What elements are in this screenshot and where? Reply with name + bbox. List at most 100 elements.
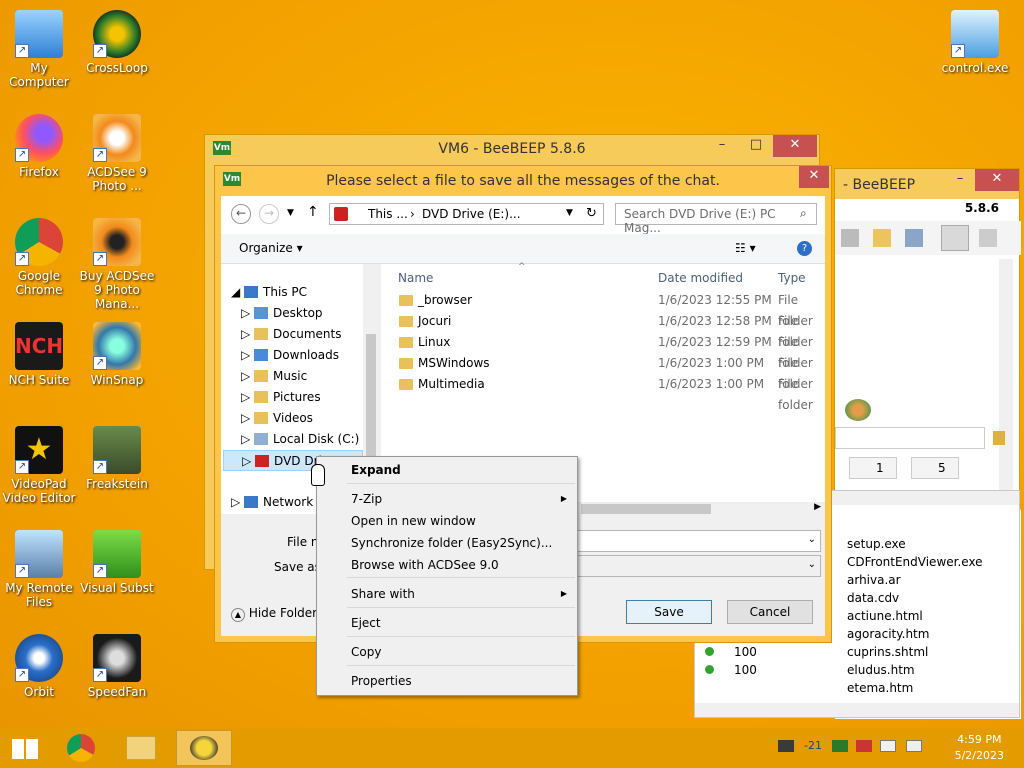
tree-scroll-thumb[interactable]	[366, 334, 376, 474]
file-item[interactable]: arhiva.ar	[847, 571, 983, 589]
menu-item-7zip[interactable]: 7-Zip ▶	[317, 488, 577, 510]
menu-item-open-new-window[interactable]: Open in new window	[317, 510, 577, 532]
organize-button[interactable]: Organize ▾	[239, 241, 303, 255]
main-maximize-button[interactable]: □	[739, 135, 773, 157]
tree-item-network[interactable]: ▷ Network	[231, 492, 313, 513]
taskbar-explorer[interactable]	[118, 730, 164, 766]
file-item[interactable]: etema.htm	[847, 679, 983, 697]
bg-hscroll[interactable]	[695, 703, 1019, 717]
desktop-icon-acdsee[interactable]: ↗ ACDSee 9 Photo ...	[78, 114, 156, 193]
tray-icon[interactable]	[880, 740, 896, 752]
tool-icon-1[interactable]	[841, 229, 859, 247]
search-input[interactable]: Search DVD Drive (E:) PC Mag... ⌕	[615, 203, 817, 235]
bg-close-button[interactable]: ✕	[975, 169, 1019, 191]
bg-window-titlebar[interactable]: - BeeBEEP – □ ✕	[835, 169, 1019, 199]
context-menu[interactable]: Expand 7-Zip ▶ Open in new window Synchro…	[316, 456, 578, 696]
tool-icon-3[interactable]	[905, 229, 923, 247]
recent-chevron-icon[interactable]: ▼	[287, 208, 294, 218]
bg-brush-icon[interactable]	[993, 431, 1005, 445]
file-item[interactable]: agoracity.htm	[847, 625, 983, 643]
scroll-right-icon[interactable]: ▶	[814, 502, 821, 512]
bg-minimize-button[interactable]: –	[943, 169, 977, 191]
main-close-button[interactable]: ✕	[773, 135, 817, 157]
bg-chat-input[interactable]	[835, 427, 985, 449]
address-dropdown-icon[interactable]: ▼	[566, 208, 573, 218]
desktop-icon-acdsee-buy[interactable]: ↗ Buy ACDSee 9 Photo Mana...	[78, 218, 156, 311]
main-titlebar[interactable]: Vm VM6 - BeeBEEP 5.8.6 – □ ✕	[205, 135, 819, 163]
view-icon[interactable]: ☷ ▾	[735, 241, 756, 255]
desktop-icon-videopad[interactable]: ★ ↗ VideoPad Video Editor	[0, 426, 78, 505]
file-item[interactable]: CDFrontEndViewer.exe	[847, 553, 983, 571]
volume-icon[interactable]	[906, 740, 922, 752]
desktop-icon-chrome[interactable]: ↗ Google Chrome	[0, 218, 78, 297]
table-row[interactable]: Linux 1/6/2023 12:59 PM File folder	[381, 332, 825, 370]
tree-item-downloads[interactable]: ▷ Downloads	[241, 345, 339, 366]
desktop-icon-remote-files[interactable]: ↗ My Remote Files	[0, 530, 78, 609]
desktop-icon-control[interactable]: ↗ control.exe	[936, 10, 1014, 75]
tool-icon-5[interactable]	[979, 229, 997, 247]
tool-icon-4[interactable]	[941, 225, 969, 251]
list-hscroll-thumb[interactable]	[581, 504, 711, 514]
desktop-icon-orbit[interactable]: ↗ Orbit	[0, 634, 78, 699]
menu-item-share-with[interactable]: Share with ▶	[317, 583, 577, 605]
bg-count-users[interactable]: 1	[849, 457, 897, 479]
column-date[interactable]: Date modified	[658, 268, 743, 288]
menu-item-expand[interactable]: Expand	[317, 459, 577, 481]
file-item[interactable]: eludus.htm	[847, 661, 983, 679]
table-row[interactable]: MSWindows 1/6/2023 1:00 PM File folder	[381, 353, 825, 391]
help-icon[interactable]: ?	[797, 241, 812, 256]
bg-count-files[interactable]: 5	[911, 457, 959, 479]
column-name[interactable]: Name	[398, 268, 433, 288]
table-row[interactable]: Jocuri 1/6/2023 12:58 PM File folder	[381, 311, 825, 349]
desktop-icon-crossloop[interactable]: ↗ CrossLoop	[78, 10, 156, 75]
desktop-icon-firefox[interactable]: ↗ Firefox	[0, 114, 78, 179]
main-minimize-button[interactable]: –	[705, 135, 739, 157]
tree-item-desktop[interactable]: ▷ Desktop	[241, 303, 323, 324]
file-item[interactable]: actiune.html	[847, 607, 983, 625]
save-button[interactable]: Save	[626, 600, 712, 624]
taskbar-chrome[interactable]	[58, 730, 104, 766]
column-type[interactable]: Type	[778, 268, 806, 288]
clock[interactable]: 4:59 PM 5/2/2023	[955, 732, 1004, 764]
menu-item-eject[interactable]: Eject	[317, 612, 577, 634]
dialog-titlebar[interactable]: Vm Please select a file to save all the …	[215, 166, 831, 196]
menu-item-properties[interactable]: Properties	[317, 670, 577, 692]
tray-icon[interactable]	[856, 740, 872, 752]
desktop-icon-winsnap[interactable]: ↗ WinSnap	[78, 322, 156, 387]
tree-item-music[interactable]: ▷ Music	[241, 366, 307, 387]
tree-item-videos[interactable]: ▷ Videos	[241, 408, 313, 429]
desktop-icon-speedfan[interactable]: ↗ SpeedFan	[78, 634, 156, 699]
tree-item-documents[interactable]: ▷ Documents	[241, 324, 341, 345]
taskbar-beebeep[interactable]	[176, 730, 232, 766]
start-button[interactable]	[2, 730, 48, 766]
refresh-icon[interactable]: ↻	[586, 206, 597, 221]
desktop-icon-nch[interactable]: NCH NCH Suite	[0, 322, 78, 387]
table-row[interactable]: Multimedia 1/6/2023 1:00 PM File folder	[381, 374, 825, 412]
menu-item-synchronize[interactable]: Synchronize folder (Easy2Sync)...	[317, 532, 577, 554]
dialog-close-button[interactable]: ✕	[799, 166, 829, 188]
desktop-icon-freakstein[interactable]: ↗ Freakstein	[78, 426, 156, 491]
tray-temperature[interactable]: -21	[804, 739, 822, 752]
desktop-icon-my-computer[interactable]: ↗ My Computer	[0, 10, 78, 89]
back-icon[interactable]: ←	[231, 204, 251, 224]
hide-folders-button[interactable]: ▲ Hide Folders	[231, 606, 323, 622]
desktop-icon-visual-subst[interactable]: ↗ Visual Subst	[78, 530, 156, 595]
tool-icon-2[interactable]	[873, 229, 891, 247]
cancel-button[interactable]: Cancel	[727, 600, 813, 624]
file-item[interactable]: cuprins.shtml	[847, 643, 983, 661]
menu-item-copy[interactable]: Copy	[317, 641, 577, 663]
tree-item-pictures[interactable]: ▷ Pictures	[241, 387, 321, 408]
menu-item-browse-acdsee[interactable]: Browse with ACDSee 9.0	[317, 554, 577, 576]
tree-item-this-pc[interactable]: ◢ This PC	[231, 282, 307, 303]
table-row[interactable]: _browser 1/6/2023 12:55 PM File folder	[381, 290, 825, 328]
tree-item-local-disk[interactable]: ▷ Local Disk (C:)	[241, 429, 359, 450]
chevron-down-icon[interactable]: ⌄	[808, 559, 816, 570]
chevron-down-icon[interactable]: ⌄	[808, 534, 816, 545]
tray-icon[interactable]	[832, 740, 848, 752]
tray-icon[interactable]	[778, 740, 794, 752]
address-bar[interactable]: This ... › DVD Drive (E:)... ▼ ↻	[329, 203, 604, 225]
file-item[interactable]: setup.exe	[847, 535, 983, 553]
file-item[interactable]: data.cdv	[847, 589, 983, 607]
forward-icon[interactable]: →	[259, 204, 279, 224]
up-arrow-icon[interactable]: ↑	[307, 204, 319, 220]
